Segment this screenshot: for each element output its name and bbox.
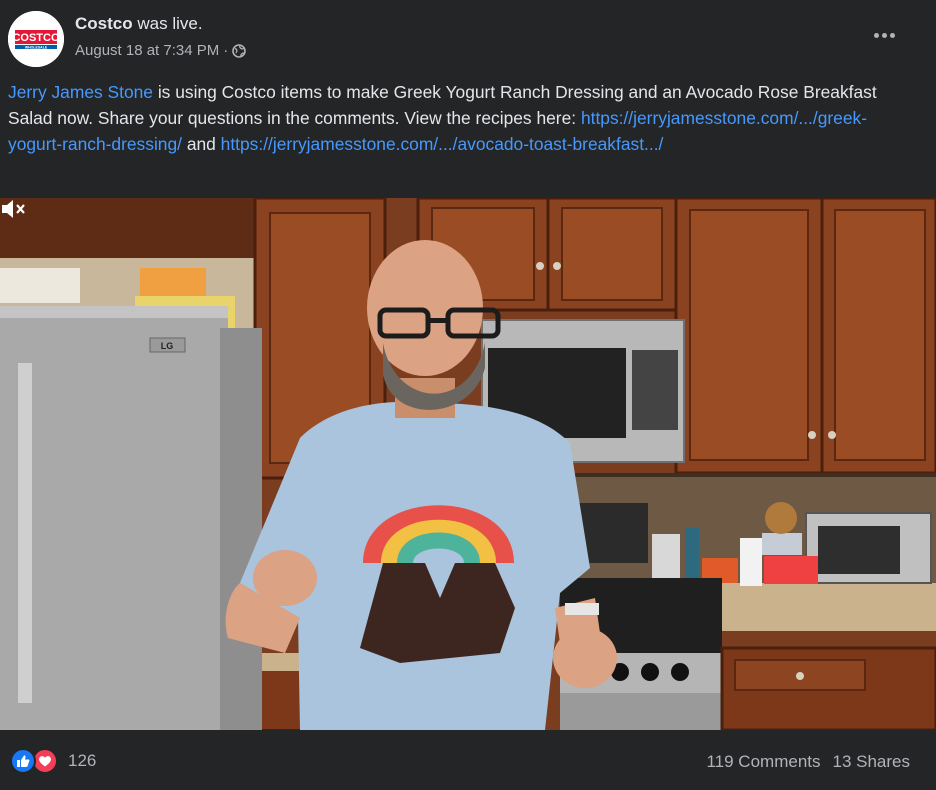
engagement-stats: 119 Comments 13 Shares (706, 752, 910, 772)
meta-separator: · (223, 42, 229, 59)
like-reaction-icon (10, 748, 36, 774)
page-avatar[interactable]: COSTCO WHOLESALE (8, 11, 64, 67)
page-name-link[interactable]: Costco (75, 14, 133, 33)
post-timestamp[interactable]: August 18 at 7:34 PM (75, 42, 219, 59)
logo-subtext: WHOLESALE (25, 46, 48, 50)
live-status-text: was live. (137, 14, 203, 33)
description-text-2: and (181, 134, 221, 154)
shares-count-link[interactable]: 13 Shares (833, 752, 911, 772)
recipe-link-avocado[interactable]: https://jerryjamesstone.com/.../avocado-… (221, 134, 664, 154)
speaker-muted-icon[interactable] (0, 198, 26, 220)
reaction-summary[interactable]: 126 (10, 748, 96, 774)
post-header: COSTCO WHOLESALE Costco was live. August… (0, 0, 936, 76)
author-link[interactable]: Jerry James Stone (8, 82, 153, 102)
more-options-icon[interactable] (870, 25, 898, 45)
costco-logo: COSTCO WHOLESALE (8, 11, 64, 67)
comments-count-link[interactable]: 119 Comments (706, 752, 820, 772)
post-meta: August 18 at 7:34 PM · (75, 42, 247, 59)
reaction-count: 126 (68, 751, 97, 770)
post-footer: 126 119 Comments 13 Shares (0, 730, 936, 790)
globe-icon[interactable] (232, 43, 247, 58)
facebook-post: COSTCO WHOLESALE Costco was live. August… (0, 0, 936, 790)
fridge-brand-label: LG (161, 341, 174, 351)
post-description: Jerry James Stone is using Costco items … (8, 79, 908, 157)
post-author-line: Costco was live. (75, 14, 203, 34)
video-frame: LG (0, 198, 936, 730)
logo-text: COSTCO (12, 32, 60, 44)
live-video-player[interactable]: LG (0, 198, 936, 730)
